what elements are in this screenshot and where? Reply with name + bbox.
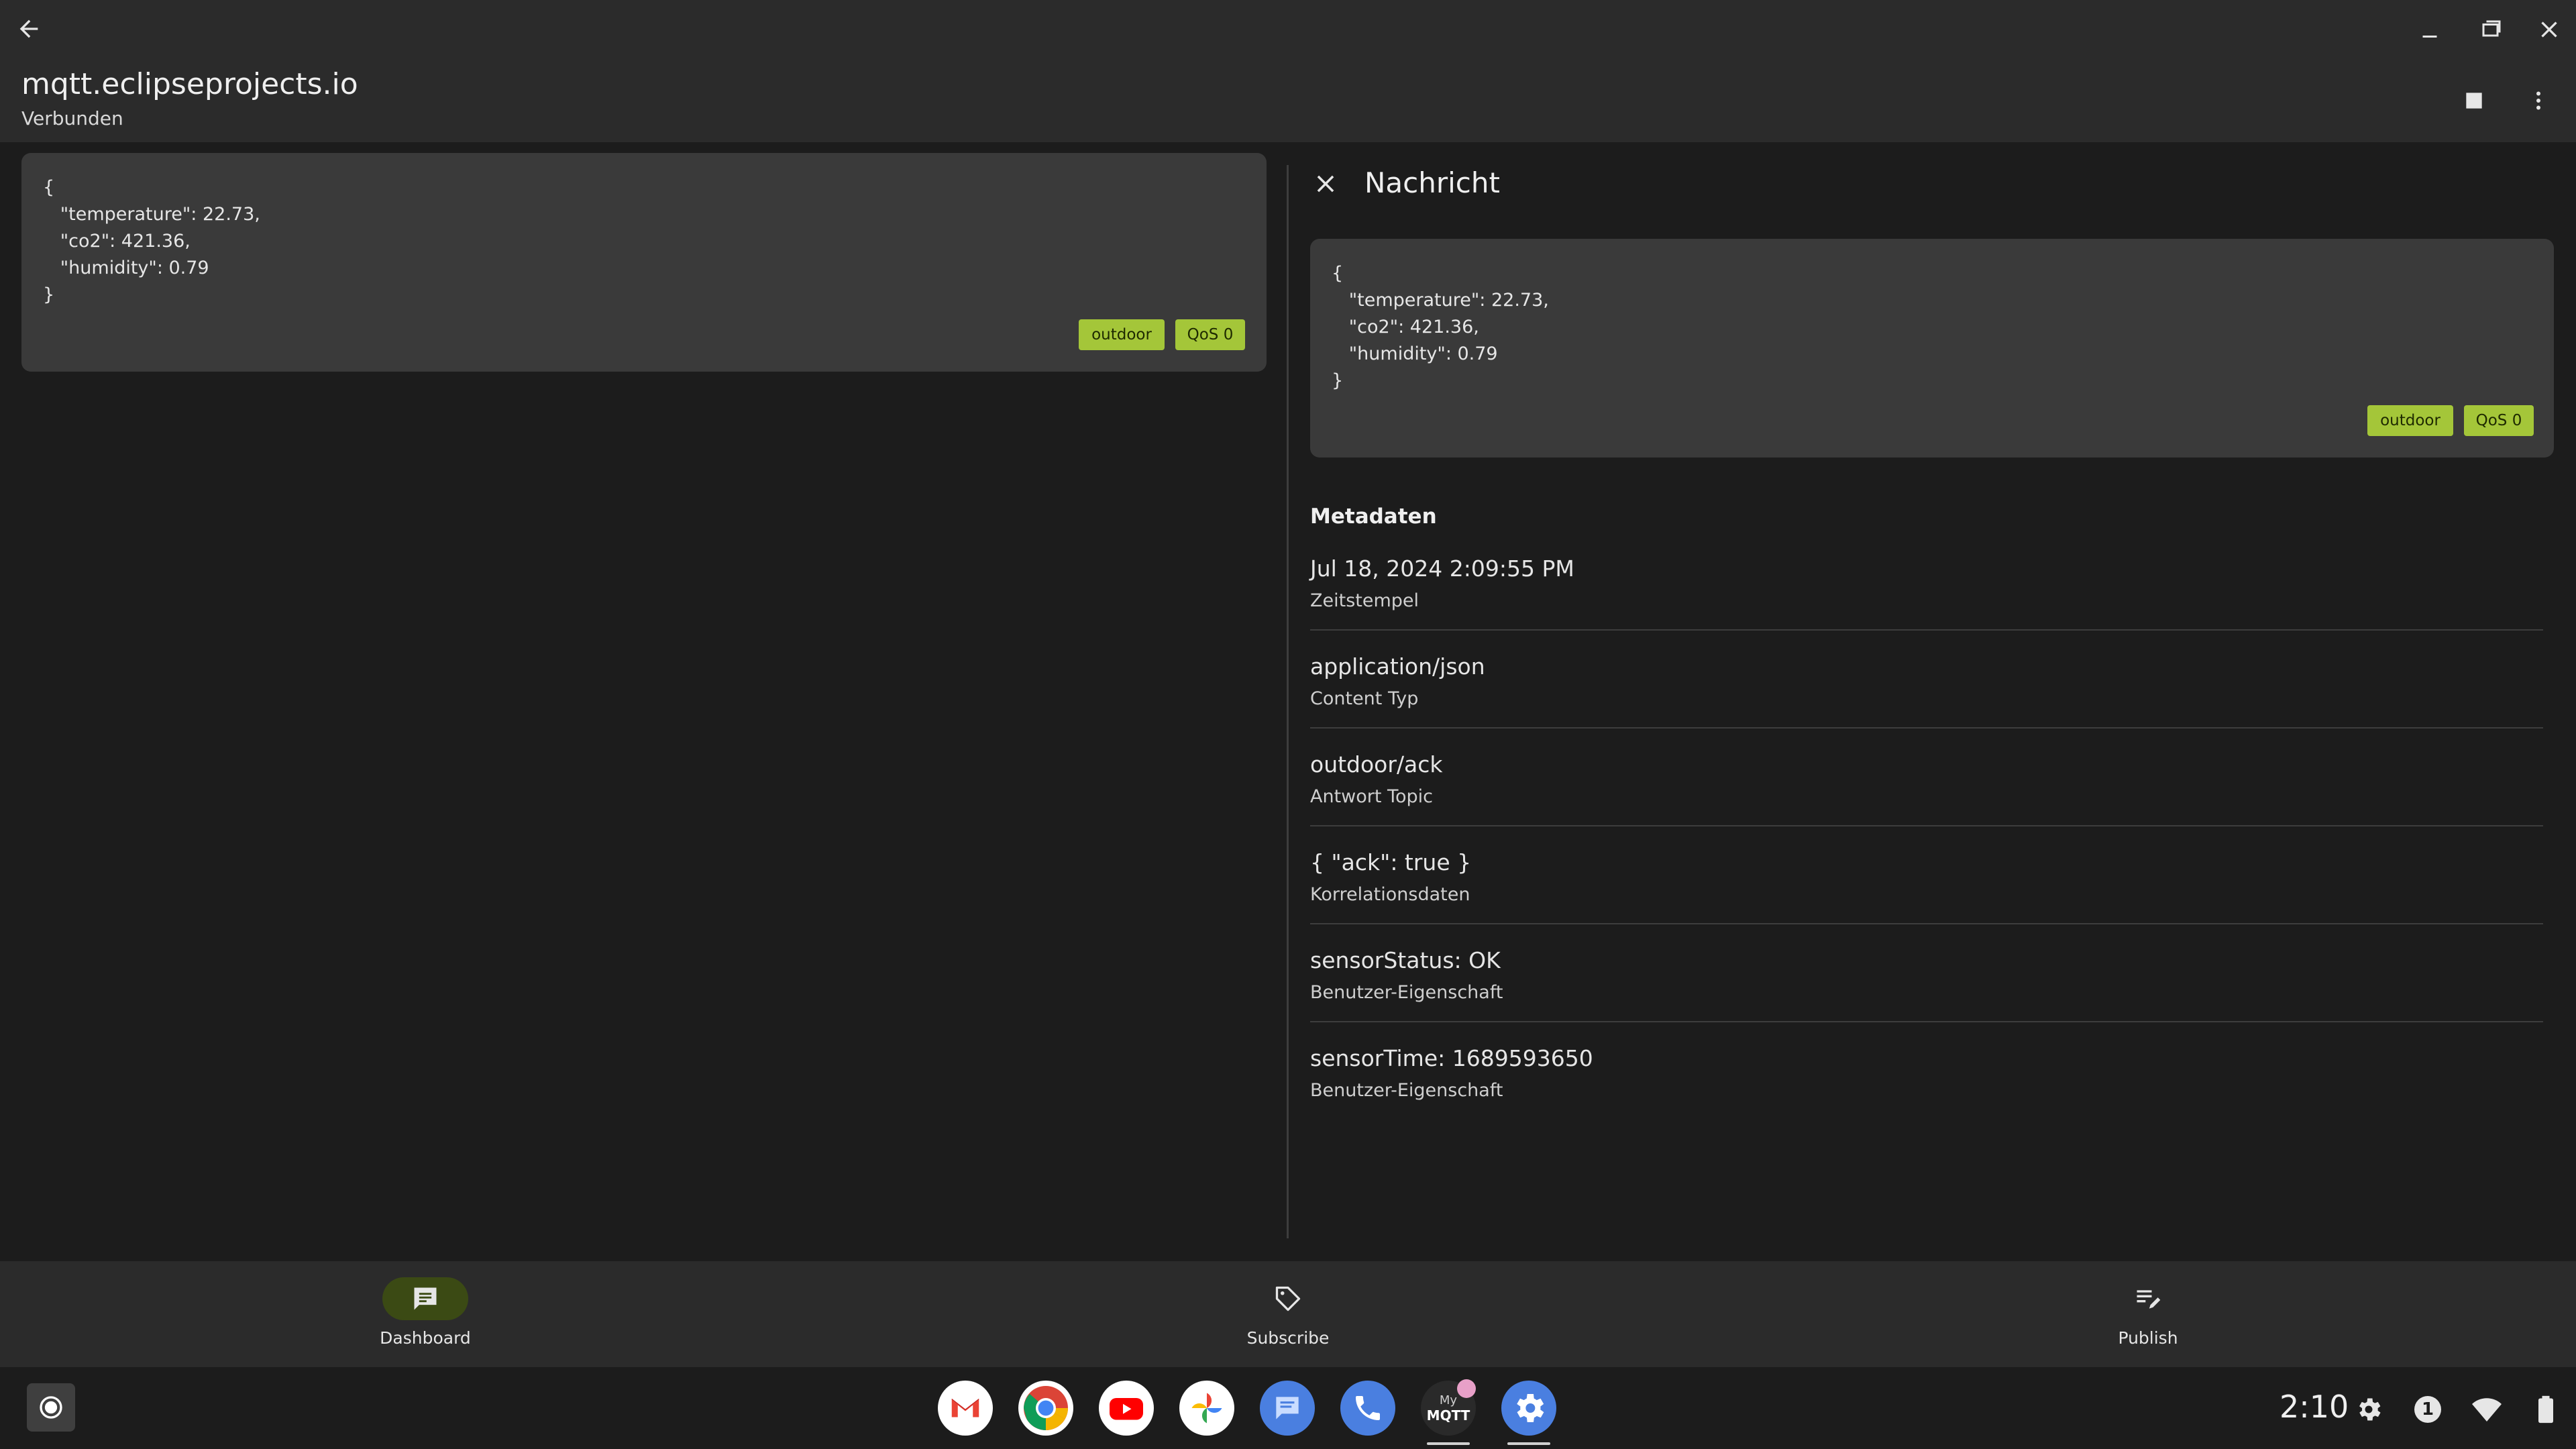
- mymqtt-label-top: My: [1439, 1393, 1458, 1407]
- mymqtt-logo: My MQTT: [1427, 1393, 1470, 1423]
- mymqtt-label-bottom: MQTT: [1426, 1407, 1470, 1424]
- gear-icon: [2359, 1398, 2381, 1421]
- nav-icon-container: [2105, 1277, 2191, 1320]
- nav-item-dashboard[interactable]: Dashboard: [325, 1261, 526, 1367]
- metadata-value: { "ack": true }: [1310, 849, 1472, 875]
- topic-badge: outdoor: [2367, 405, 2453, 436]
- photos-app-icon[interactable]: [1179, 1381, 1234, 1436]
- settings-app-icon[interactable]: [1501, 1381, 1556, 1436]
- close-icon: [2541, 21, 2557, 38]
- metadata-label: Antwort Topic: [1310, 786, 1433, 807]
- nav-label: Subscribe: [1246, 1328, 1330, 1348]
- phone-icon: [1356, 1396, 1380, 1420]
- arrow-left-icon: [19, 19, 38, 38]
- metadata-label: Content Typ: [1310, 688, 1419, 709]
- gmail-app-icon[interactable]: [938, 1381, 993, 1436]
- metadata-value: sensorTime: 1689593650: [1310, 1045, 1593, 1071]
- nav-label: Publish: [2118, 1328, 2178, 1348]
- message-payload: { "temperature": 22.73, "co2": 421.36, "…: [43, 177, 260, 305]
- metadata-row-response-topic: outdoor/ack Antwort Topic: [1310, 751, 2543, 849]
- qos-badge: QoS 0: [1175, 319, 1245, 350]
- nav-item-publish[interactable]: Publish: [2047, 1261, 2249, 1367]
- metadata-label: Benutzer-Eigenschaft: [1310, 982, 1503, 1003]
- launcher-circle-icon: [40, 1396, 62, 1419]
- metadata-label: Benutzer-Eigenschaft: [1310, 1080, 1503, 1101]
- tray-notifications[interactable]: 1: [2410, 1391, 2446, 1428]
- running-indicator: [1427, 1442, 1470, 1445]
- metadata-label: Zeitstempel: [1310, 590, 1419, 611]
- chat-bubble-icon: [1276, 1397, 1299, 1419]
- detail-title: Nachricht: [1364, 166, 1500, 199]
- tray-settings[interactable]: [2351, 1391, 2387, 1428]
- metadata-divider: [1310, 1021, 2543, 1022]
- qos-badge: QoS 0: [2464, 405, 2534, 436]
- close-icon: [1317, 175, 1334, 193]
- messages-app-icon[interactable]: [1260, 1381, 1315, 1436]
- minimize-icon: [2422, 36, 2437, 38]
- phone-app-icon[interactable]: [1340, 1381, 1395, 1436]
- launcher-button[interactable]: [27, 1383, 75, 1432]
- minimize-button[interactable]: [2411, 11, 2449, 48]
- close-window-button[interactable]: [2530, 11, 2568, 48]
- system-clock[interactable]: 2:10: [2279, 1389, 2349, 1425]
- gmail-logo-icon: [951, 1399, 979, 1417]
- nav-item-subscribe[interactable]: Subscribe: [1187, 1261, 1389, 1367]
- metadata-divider: [1310, 727, 2543, 729]
- metadata-row-user-property: sensorTime: 1689593650 Benutzer-Eigensch…: [1310, 1045, 2543, 1143]
- more-vertical-icon: [2536, 91, 2540, 110]
- metadata-label: Korrelationsdaten: [1310, 884, 1470, 905]
- metadata-divider: [1310, 629, 2543, 631]
- detail-message-payload: { "temperature": 22.73, "co2": 421.36, "…: [1332, 263, 1549, 391]
- tray-battery[interactable]: [2528, 1391, 2564, 1428]
- more-options-button[interactable]: [2520, 82, 2557, 119]
- restore-window-icon: [2482, 20, 2501, 37]
- nav-active-indicator: [382, 1277, 468, 1320]
- nav-label: Dashboard: [380, 1328, 471, 1348]
- close-detail-button[interactable]: [1307, 165, 1344, 203]
- metadata-heading: Metadaten: [1310, 504, 1437, 529]
- metadata-value: Jul 18, 2024 2:09:55 PM: [1310, 555, 1574, 582]
- metadata-divider: [1310, 825, 2543, 826]
- bottom-navigation: Dashboard Subscribe Publish: [0, 1261, 2576, 1367]
- running-indicator: [1507, 1442, 1550, 1445]
- metadata-value: application/json: [1310, 653, 1485, 680]
- gear-icon: [1517, 1394, 1544, 1422]
- battery-icon: [2538, 1395, 2553, 1424]
- chrome-logo-icon: [1024, 1386, 1068, 1430]
- detail-message-card: { "temperature": 22.73, "co2": 421.36, "…: [1310, 239, 2554, 458]
- photos-pinwheel-icon: [1191, 1393, 1222, 1424]
- notification-count-badge: 1: [2414, 1396, 2441, 1423]
- message-card[interactable]: { "temperature": 22.73, "co2": 421.36, "…: [21, 153, 1267, 372]
- app-bar: mqtt.eclipseprojects.io Verbunden: [0, 0, 2576, 142]
- back-button[interactable]: [12, 12, 46, 46]
- page-title: mqtt.eclipseprojects.io: [21, 67, 358, 101]
- nav-icon-container: [1245, 1277, 1331, 1320]
- stop-icon: [2466, 93, 2482, 109]
- tag-icon: [1275, 1286, 1301, 1311]
- connection-status: Verbunden: [21, 107, 123, 129]
- metadata-value: sensorStatus: OK: [1310, 947, 1501, 973]
- chrome-app-icon[interactable]: [1018, 1381, 1073, 1436]
- notification-dot: [1457, 1379, 1476, 1398]
- youtube-app-icon[interactable]: [1099, 1381, 1154, 1436]
- metadata-row-timestamp: Jul 18, 2024 2:09:55 PM Zeitstempel: [1310, 555, 2543, 653]
- metadata-row-content-type: application/json Content Typ: [1310, 653, 2543, 751]
- metadata-row-user-property: sensorStatus: OK Benutzer-Eigenschaft: [1310, 947, 2543, 1045]
- disconnect-button[interactable]: [2455, 82, 2493, 119]
- metadata-divider: [1310, 923, 2543, 924]
- edit-list-icon: [2137, 1290, 2161, 1309]
- metadata-value: outdoor/ack: [1310, 751, 1443, 777]
- dashboard-message-icon: [414, 1287, 437, 1310]
- topic-badge: outdoor: [1079, 319, 1165, 350]
- pane-divider: [1287, 165, 1289, 1238]
- wifi-icon: [2472, 1398, 2502, 1421]
- maximize-button[interactable]: [2473, 11, 2510, 48]
- youtube-logo-icon: [1110, 1398, 1143, 1420]
- metadata-row-correlation-data: { "ack": true } Korrelationsdaten: [1310, 849, 2543, 947]
- tray-wifi[interactable]: [2469, 1391, 2505, 1428]
